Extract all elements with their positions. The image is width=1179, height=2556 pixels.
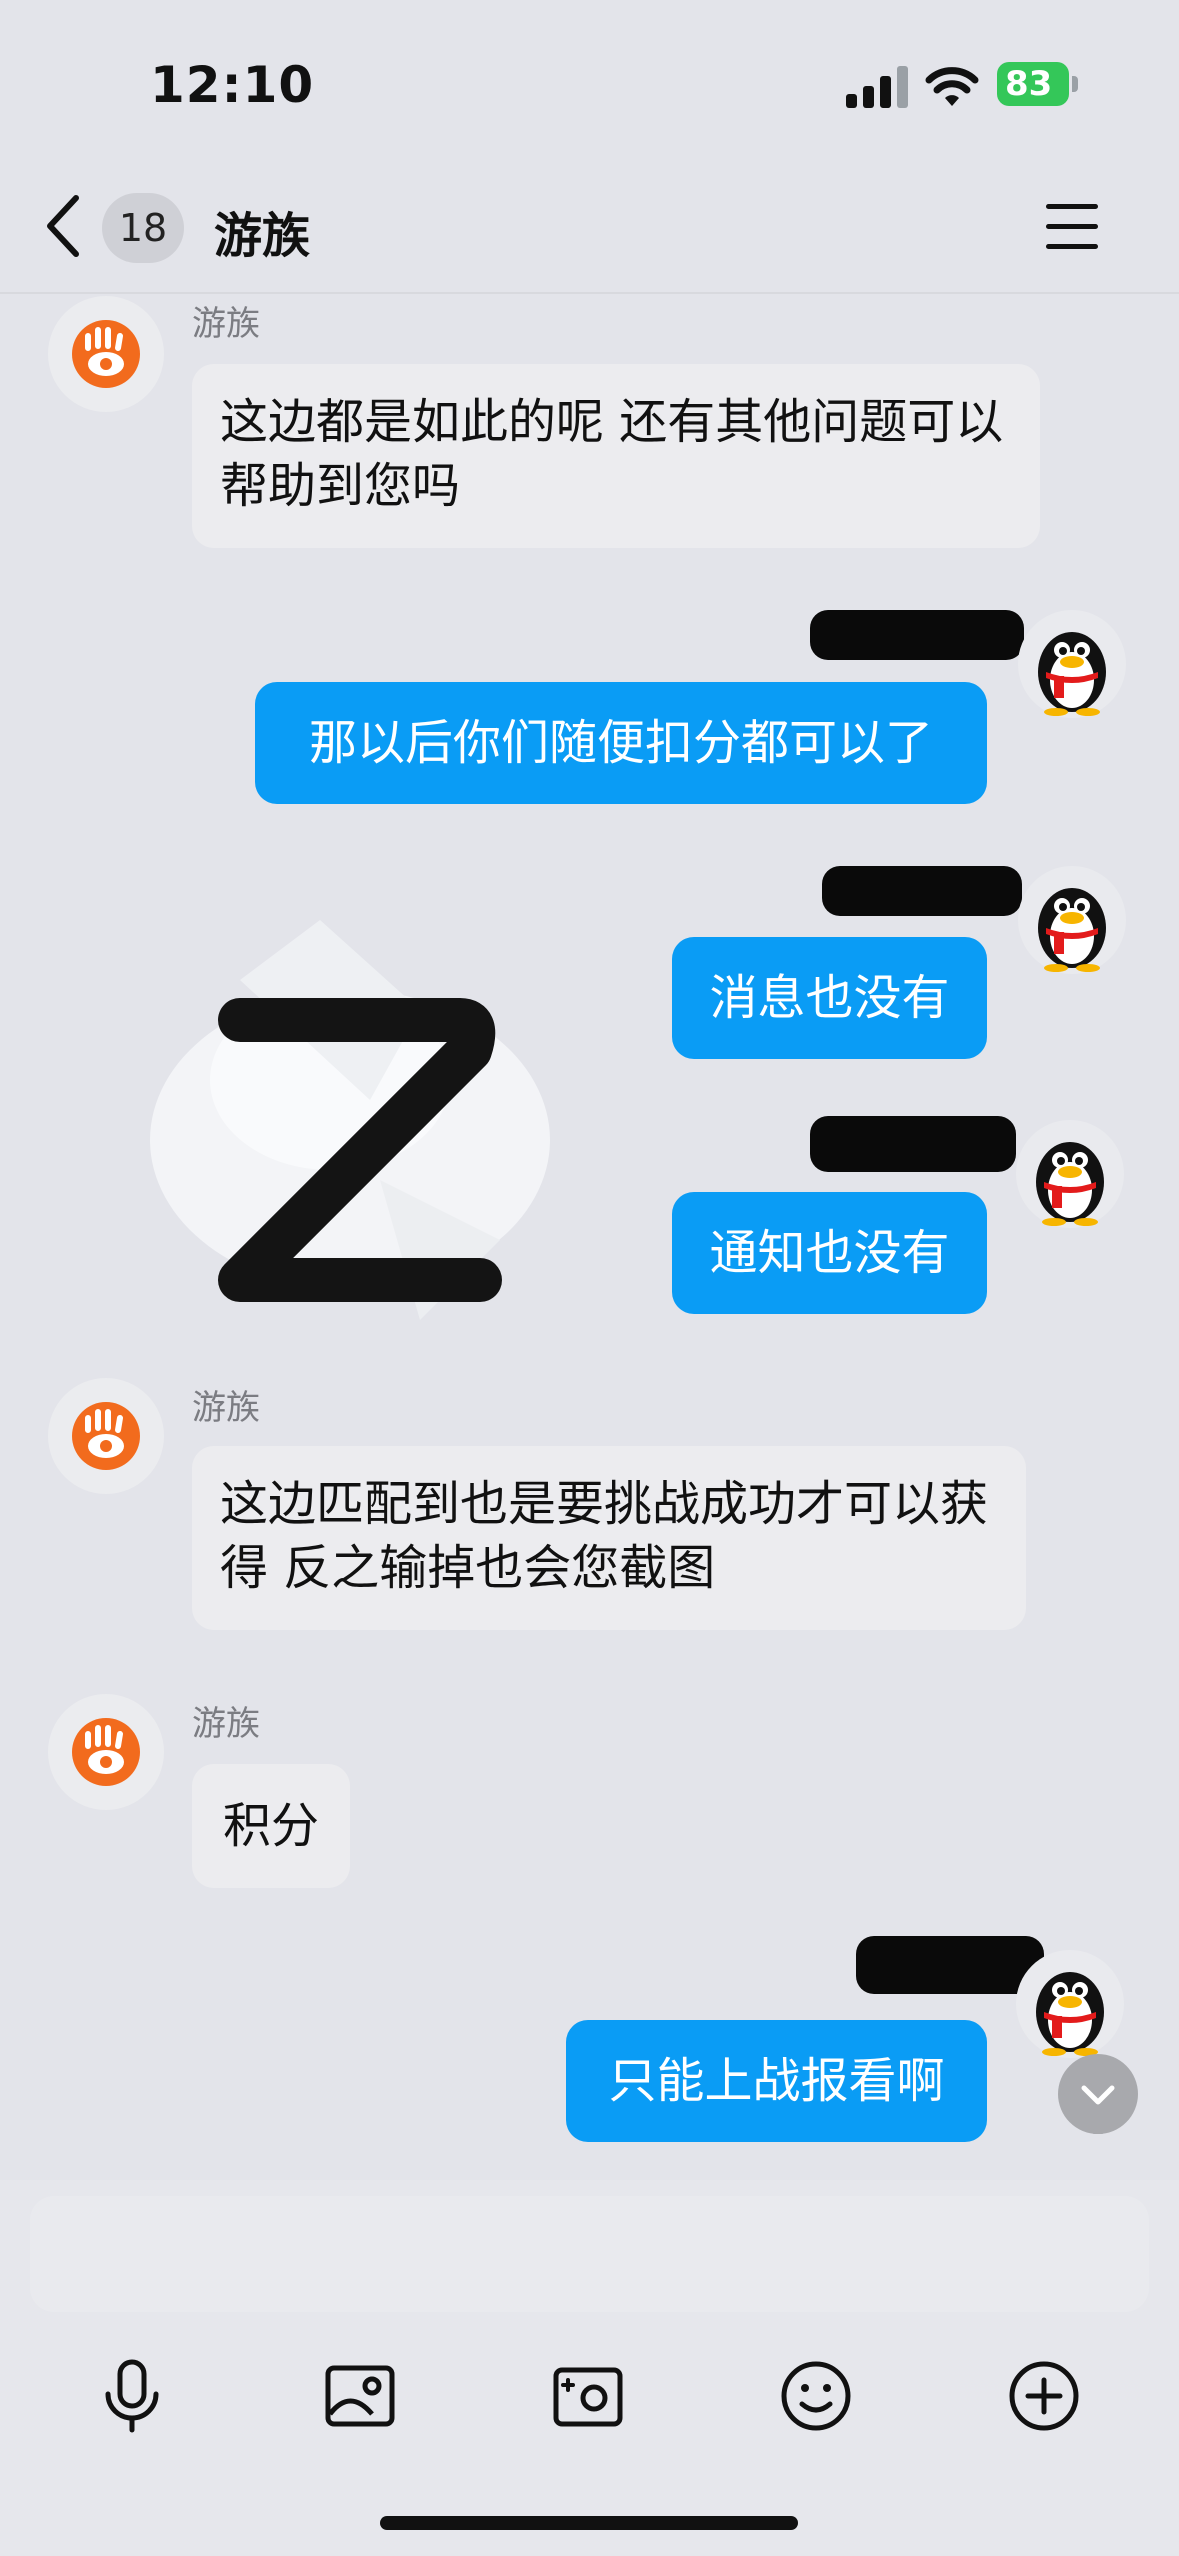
menu-icon[interactable] bbox=[1046, 204, 1098, 249]
redacted-name bbox=[856, 1936, 1044, 1994]
penguin-avatar-icon bbox=[1038, 632, 1106, 716]
message-input[interactable] bbox=[30, 2196, 1149, 2312]
youzu-logo-icon bbox=[72, 1718, 140, 1786]
redacted-name bbox=[810, 1116, 1016, 1172]
avatar[interactable] bbox=[1016, 1950, 1124, 2058]
wifi-icon bbox=[925, 62, 979, 108]
message-bubble[interactable]: 消息也没有 bbox=[672, 937, 987, 1059]
emoji-icon[interactable] bbox=[776, 2356, 856, 2436]
signal-icon bbox=[846, 66, 910, 108]
penguin-avatar-icon bbox=[1036, 1142, 1104, 1226]
chat-title[interactable]: 游族 bbox=[214, 196, 310, 266]
avatar[interactable] bbox=[1018, 866, 1126, 974]
chevron-down-icon bbox=[1081, 2085, 1115, 2140]
message-bubble[interactable]: 这边都是如此的呢 还有其他问题可以帮助到您吗 bbox=[192, 364, 1040, 548]
avatar[interactable] bbox=[48, 296, 164, 412]
microphone-icon[interactable] bbox=[92, 2356, 172, 2436]
avatar[interactable] bbox=[48, 1378, 164, 1494]
youzu-logo-icon bbox=[72, 320, 140, 388]
youzu-logo-icon bbox=[72, 1402, 140, 1470]
battery-icon: 83 bbox=[997, 62, 1081, 106]
nav-divider bbox=[0, 292, 1179, 294]
plus-icon[interactable] bbox=[1004, 2356, 1084, 2436]
image-icon[interactable] bbox=[320, 2356, 400, 2436]
message-bubble[interactable]: 那以后你们随便扣分都可以了 bbox=[255, 682, 987, 804]
message-bubble[interactable]: 积分 bbox=[192, 1764, 350, 1888]
battery-level: 83 bbox=[1005, 64, 1053, 104]
redacted-name bbox=[822, 866, 1022, 916]
chevron-left-icon[interactable] bbox=[40, 190, 86, 262]
message-bubble[interactable]: 通知也没有 bbox=[672, 1192, 987, 1314]
sticker-image bbox=[120, 880, 600, 1400]
home-indicator bbox=[380, 2516, 798, 2530]
penguin-avatar-icon bbox=[1036, 1972, 1104, 2056]
sender-name: 游族 bbox=[192, 304, 260, 344]
message-bubble[interactable]: 只能上战报看啊 bbox=[566, 2020, 987, 2142]
sender-name: 游族 bbox=[192, 1704, 260, 1744]
message-bubble[interactable]: 这边匹配到也是要挑战成功才可以获得 反之输掉也会您截图 bbox=[192, 1446, 1026, 1630]
camera-icon[interactable] bbox=[548, 2356, 628, 2436]
scroll-down-button[interactable] bbox=[1058, 2054, 1138, 2140]
status-time: 12:10 bbox=[150, 56, 315, 114]
avatar[interactable] bbox=[1016, 1120, 1124, 1228]
avatar[interactable] bbox=[1018, 610, 1126, 718]
redacted-name bbox=[810, 610, 1024, 660]
avatar[interactable] bbox=[48, 1694, 164, 1810]
unread-count-badge[interactable]: 18 bbox=[102, 193, 184, 263]
penguin-avatar-icon bbox=[1038, 888, 1106, 972]
sender-name: 游族 bbox=[192, 1388, 260, 1428]
